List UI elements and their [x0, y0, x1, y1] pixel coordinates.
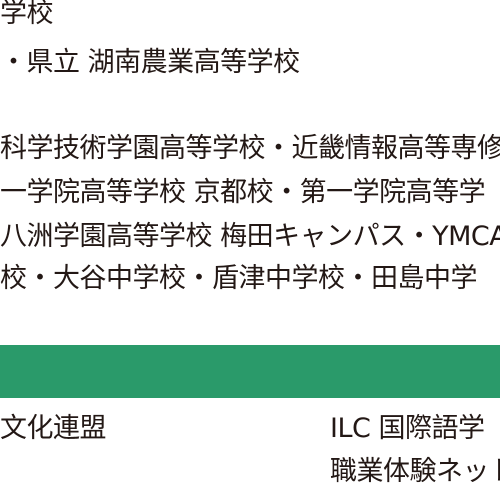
- bottom-right-label-1: ILC 国際語学: [330, 413, 485, 444]
- text-line-5: 八洲学園高等学校 梅田キャンパス・YMCA: [0, 221, 500, 252]
- bottom-left-label: 文化連盟: [0, 413, 107, 444]
- bottom-right-label-2: 職業体験ネット: [330, 456, 500, 487]
- text-line-2: ・県立 湖南農業高等学校: [0, 47, 300, 78]
- divider-band: [0, 345, 500, 398]
- text-line-3: 科学技術学園高等学校・近畿情報高等専修: [0, 133, 500, 164]
- text-line-6: 校・大谷中学校・盾津中学校・田島中学: [0, 263, 478, 294]
- text-line-4: 一学院高等学校 京都校・第一学院高等学: [0, 177, 486, 208]
- text-line-1: 学校: [0, 0, 54, 29]
